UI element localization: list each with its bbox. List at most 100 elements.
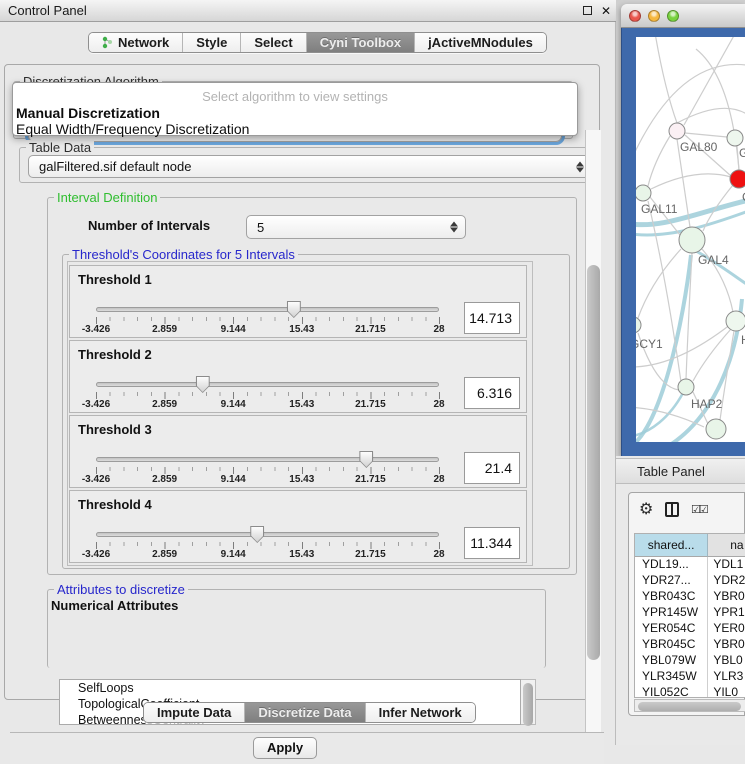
close-icon[interactable]: ✕ [599, 4, 613, 18]
control-panel-titlebar[interactable]: Control Panel ✕ [0, 0, 616, 22]
network-node-c[interactable] [730, 170, 745, 188]
table-row[interactable]: YLR345WYLR3 [635, 669, 745, 685]
table-row[interactable]: YDR27...YDR2 [635, 573, 745, 589]
tab-impute-data[interactable]: Impute Data [144, 703, 244, 722]
slider-thumb[interactable] [287, 301, 301, 318]
table-cell[interactable]: YLR345W [635, 669, 708, 685]
select-checkboxes-icon[interactable]: ☑☑ [691, 503, 707, 516]
columns-icon[interactable] [665, 502, 679, 517]
tab-cyni-toolbox[interactable]: Cyni Toolbox [306, 33, 414, 52]
table-row[interactable]: YDL19...YDL1 [635, 557, 745, 573]
close-button[interactable] [629, 10, 641, 22]
network-edge[interactable] [648, 201, 681, 382]
network-node-hap2[interactable] [678, 379, 694, 395]
table-cell[interactable]: YLR3 [708, 669, 745, 685]
table-data-combo[interactable]: galFiltered.sif default node [28, 155, 592, 178]
slider-thumb[interactable] [196, 376, 210, 393]
cyni-toolbox-content: Discretization Algorithm Table Data galF… [4, 64, 600, 700]
threshold-slider[interactable] [96, 382, 439, 387]
network-edge[interactable] [648, 136, 670, 186]
tab-infer-network[interactable]: Infer Network [365, 703, 475, 722]
table-cell[interactable]: YDR2 [708, 573, 745, 589]
table-cell[interactable]: YDL1 [708, 557, 745, 573]
node-label: GAL11 [641, 202, 678, 216]
table-scrollbar-thumb[interactable] [638, 702, 741, 711]
network-node[interactable] [706, 419, 726, 439]
attribute-item-selfloops[interactable]: SelfLoops [60, 680, 520, 696]
threshold-value-field[interactable]: 14.713 [464, 302, 520, 334]
tab-discretize-data[interactable]: Discretize Data [244, 703, 364, 722]
table-cell[interactable]: YDL19... [635, 557, 708, 573]
table-panel-header[interactable]: Table Panel [616, 458, 745, 484]
table-cell[interactable]: YBR0 [708, 589, 745, 605]
table-row[interactable]: YBL079WYBL0 [635, 653, 745, 669]
network-node-gal1[interactable] [727, 130, 743, 146]
threshold-slider[interactable] [96, 457, 439, 462]
table-row[interactable]: YIL052CYIL0 [635, 685, 745, 698]
table-cell[interactable]: YER054C [635, 621, 708, 637]
table-panel-section: Table Panel ⚙ ☑☑ shared...naYDL19...YDL1… [616, 456, 745, 745]
tick-label: 2.859 [152, 324, 177, 335]
threshold-value-field[interactable]: 11.344 [464, 527, 520, 559]
number-of-intervals-combo[interactable]: 5 [246, 215, 466, 239]
network-edge[interactable] [685, 133, 727, 137]
table-cell[interactable]: YBL0 [708, 653, 745, 669]
network-node-gal80[interactable] [669, 123, 685, 139]
threshold-label: Threshold 3 [78, 422, 152, 437]
slider-thumb[interactable] [359, 451, 373, 468]
table-cell[interactable]: YIL0 [708, 685, 745, 698]
threshold-value-field[interactable]: 6.316 [464, 377, 520, 409]
table-cell[interactable]: YBR045C [635, 637, 708, 653]
tab-style[interactable]: Style [182, 33, 240, 52]
algorithm-option-manual-discretization[interactable]: Manual Discretization [16, 105, 576, 121]
tab-network[interactable]: Network [89, 33, 182, 52]
table-cell[interactable]: YPR145W [635, 605, 708, 621]
table-cell[interactable]: YBR0 [708, 637, 745, 653]
column-header-na[interactable]: na [708, 534, 745, 557]
network-node-h[interactable] [726, 311, 745, 331]
table-row[interactable]: YPR145WYPR1 [635, 605, 745, 621]
tab-jactivemnodules[interactable]: jActiveMNodules [414, 33, 546, 52]
table-cell[interactable]: YBR043C [635, 589, 708, 605]
network-edge[interactable] [638, 249, 681, 318]
network-node-gal11[interactable] [636, 185, 651, 201]
table-cell[interactable]: YER0 [708, 621, 745, 637]
float-window-icon[interactable] [580, 4, 594, 18]
minimize-button[interactable] [648, 10, 660, 22]
attributes-list-scrollbar[interactable] [521, 679, 536, 725]
table-cell[interactable]: YPR1 [708, 605, 745, 621]
threshold-value-field[interactable]: 21.4 [464, 452, 520, 484]
threshold-slider[interactable] [96, 307, 439, 312]
network-node-gcy1[interactable] [636, 317, 641, 333]
threshold-slider[interactable] [96, 532, 439, 537]
table-row[interactable]: YBR043CYBR0 [635, 589, 745, 605]
tab-label: Select [254, 35, 292, 50]
table-cell[interactable]: YIL052C [635, 685, 708, 698]
apply-button[interactable]: Apply [253, 737, 317, 759]
tab-select[interactable]: Select [240, 33, 305, 52]
node-attribute-table[interactable]: shared...naYDL19...YDL1YDR27...YDR2YBR04… [634, 533, 745, 698]
slider-thumb[interactable] [250, 526, 264, 543]
table-horizontal-scrollbar[interactable] [634, 699, 745, 712]
attributes-scrollbar-thumb[interactable] [523, 683, 533, 726]
thresholds-group: Threshold's Coordinates for 5 Intervals … [62, 254, 570, 569]
panel-scrollbar-thumb[interactable] [587, 265, 600, 660]
network-canvas[interactable]: GAL80GAL1CGAL11GAL4HGCY1HAP2 [636, 37, 745, 442]
network-edge[interactable] [654, 37, 677, 123]
table-row[interactable]: YER054CYER0 [635, 621, 745, 637]
zoom-button[interactable] [667, 10, 679, 22]
panel-scrollbar[interactable] [585, 130, 601, 764]
network-edge[interactable] [677, 108, 745, 123]
settings-gear-icon[interactable]: ⚙ [639, 499, 653, 519]
network-node-gal4[interactable] [679, 227, 705, 253]
network-edge[interactable] [651, 174, 731, 189]
algorithm-option-equal-width-frequency-discretization[interactable]: Equal Width/Frequency Discretization [16, 121, 576, 137]
network-edge[interactable] [684, 37, 736, 125]
threshold-panel: Threshold 2 -3.4262.8599.14415.4321.7152… [69, 340, 527, 413]
table-cell[interactable]: YDR27... [635, 573, 708, 589]
attributes-group-label: Attributes to discretize [54, 582, 188, 597]
column-header-shared[interactable]: shared... [635, 534, 708, 557]
table-row[interactable]: YBR045CYBR0 [635, 637, 745, 653]
network-window-titlebar[interactable] [621, 4, 745, 28]
table-cell[interactable]: YBL079W [635, 653, 708, 669]
